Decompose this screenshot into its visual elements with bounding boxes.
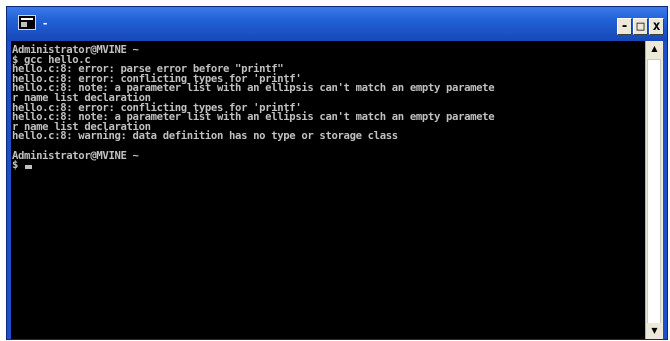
- prompt-symbol: $: [12, 159, 25, 172]
- title-bar[interactable]: - - □ x: [7, 7, 667, 41]
- scrollbar-thumb[interactable]: [647, 59, 661, 327]
- console-output[interactable]: Administrator@MVINE ~ $ gcc hello.c hell…: [11, 41, 645, 339]
- window-title: -: [43, 15, 48, 30]
- minimize-button[interactable]: -: [617, 18, 632, 35]
- console-text: Administrator@MVINE ~ $ gcc hello.c hell…: [11, 41, 645, 171]
- terminal-window: - - □ x Administrator@MVINE ~ $ gcc hell…: [6, 6, 668, 340]
- text-cursor-block: [25, 165, 33, 170]
- vertical-scrollbar[interactable]: ▲ ▼: [645, 41, 663, 339]
- close-button[interactable]: x: [649, 18, 664, 35]
- scroll-up-icon[interactable]: ▲: [646, 41, 663, 57]
- maximize-button[interactable]: □: [633, 18, 648, 35]
- console-app-icon[interactable]: [18, 15, 36, 30]
- console-prompt-line[interactable]: $: [12, 159, 33, 172]
- scroll-down-icon[interactable]: ▼: [646, 323, 663, 339]
- client-area: Administrator@MVINE ~ $ gcc hello.c hell…: [11, 41, 663, 339]
- window-controls: - □ x: [616, 18, 664, 35]
- console-line: hello.c:8: warning: data definition has …: [12, 130, 398, 143]
